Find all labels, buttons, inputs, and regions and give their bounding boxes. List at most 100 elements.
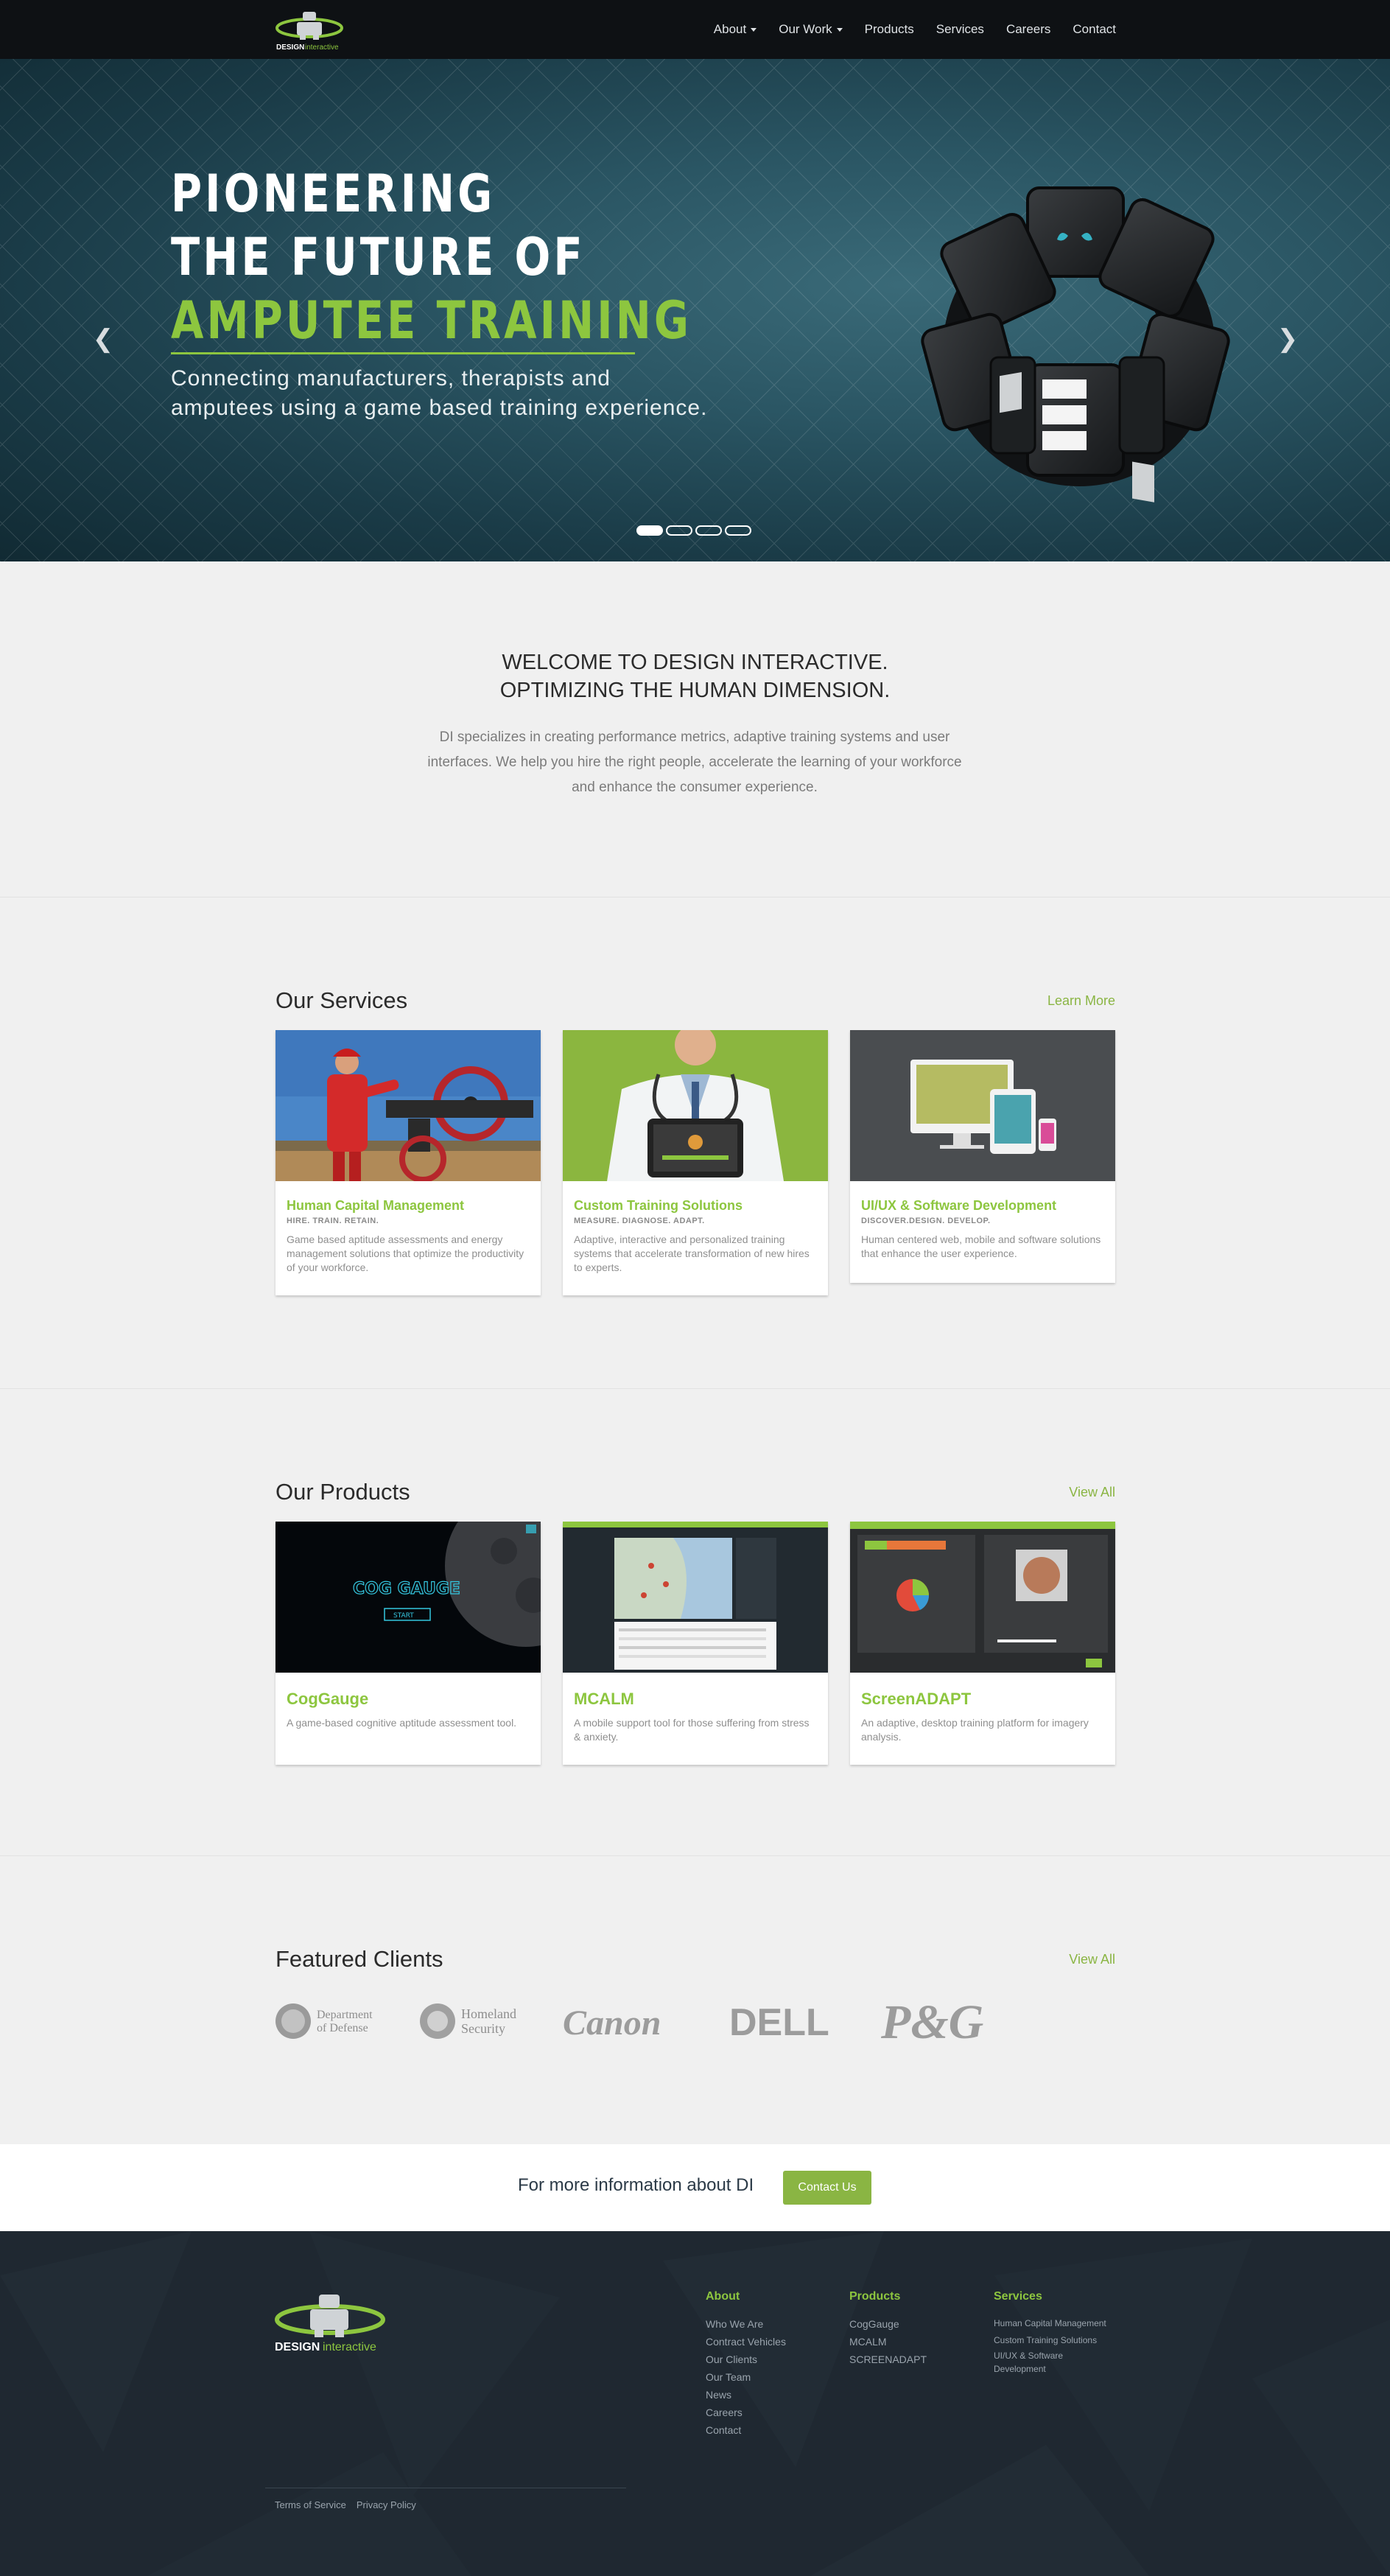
client-logo-pg: P&G [880,1995,983,2049]
footer-link-screenadapt[interactable]: SCREENADAPT [849,2351,927,2368]
footer-link-uiux-continued[interactable]: Development [994,2362,1106,2376]
footer-logo-icon[interactable]: DESIGN interactive [275,2290,389,2367]
nav-label: Our Work [779,22,832,36]
nav-item-careers[interactable]: Careers [1006,22,1050,37]
product-card-screenadapt[interactable]: ScreenADAPT An adaptive, desktop trainin… [850,1522,1115,1765]
hero-subtitle: Connecting manufacturers, therapists and… [171,364,731,423]
footer-link-coggauge[interactable]: CogGauge [849,2315,927,2333]
nav-label: About [713,22,747,36]
product-card-title: ScreenADAPT [861,1690,972,1708]
hero-divider [171,352,635,354]
service-card-title: UI/UX & Software Development [861,1198,1057,1213]
services-learn-more-link[interactable]: Learn More [1047,993,1115,1009]
client-logo-dod: Department of Defense [275,2003,373,2039]
carousel-indicator-4[interactable] [725,525,751,536]
service-card-description: Game based aptitude assessments and ener… [287,1233,524,1273]
carousel-prev-button[interactable]: ❮ [88,324,118,354]
footer-link-careers[interactable]: Careers [706,2404,786,2421]
service-card-human-capital[interactable]: Human Capital Management HIRE. TRAIN. RE… [275,1030,541,1295]
caret-down-icon [836,27,843,32]
footer-link-news[interactable]: News [706,2386,786,2404]
product-image-coggauge: COG GAUGE START [275,1485,607,1673]
footer-link-contract-vehicles[interactable]: Contract Vehicles [706,2333,786,2351]
service-card-title: Custom Training Solutions [574,1198,743,1213]
carousel-indicator-2[interactable] [666,525,692,536]
product-image-screenadapt [850,1522,1115,1673]
product-card-description: A game-based cognitive aptitude assessme… [287,1717,517,1729]
site-footer: DESIGN interactive About Who We Are Cont… [0,2231,1390,2576]
welcome-heading-line: OPTIMIZING THE HUMAN DIMENSION. [499,679,891,702]
services-section: Our Services Learn More Human Capital Ma… [0,897,1390,1389]
hero-title-line: THE FUTURE OF [171,227,586,287]
card-body: CogGauge A game-based cognitive aptitude… [275,1676,541,1740]
footer-link-who-we-are[interactable]: Who We Are [706,2315,786,2333]
cta-text: For more information about DI [518,2175,754,2195]
products-view-all-link[interactable]: View All [1069,1485,1115,1500]
caret-down-icon [751,27,757,32]
products-cards: COG GAUGE START CogGauge A game-based co… [275,1485,1115,1765]
contact-us-button[interactable]: Contact Us [783,2171,871,2205]
client-logo-canon: Canon [563,2003,661,2043]
dod-logo-line1: Department [317,2009,373,2021]
product-card-description: A mobile support tool for those sufferin… [574,1717,810,1743]
footer-column-about: About Who We Are Contract Vehicles Our C… [706,2290,786,2439]
services-title: Our Services [275,987,408,1013]
welcome-section: WELCOME TO DESIGN INTERACTIVE. OPTIMIZIN… [0,561,1390,897]
carousel-next-button[interactable]: ❯ [1273,324,1302,354]
hero-title-line: PIONEERING [171,164,496,224]
footer-column-heading: About [706,2290,740,2303]
footer-column-products: Products CogGauge MCALM SCREENADAPT [849,2290,927,2368]
footer-column-services: Services Human Capital Management Custom… [994,2290,1106,2376]
welcome-body: DI specializes in creating performance m… [427,729,962,795]
nav-item-our-work[interactable]: Our Work [779,22,843,37]
clients-view-all-link[interactable]: View All [1069,1952,1115,1967]
privacy-policy-link[interactable]: Privacy Policy [357,2499,416,2510]
products-title: Our Products [275,1479,410,1505]
nav-item-about[interactable]: About [714,22,757,37]
client-logo-dell: DELL [729,2001,829,2044]
logo-icon[interactable]: DESIGN interactive [275,7,345,52]
footer-logo-text-design: DESIGN [275,2341,320,2353]
nav-item-contact[interactable]: Contact [1073,22,1116,37]
nav-item-services[interactable]: Services [936,22,984,37]
service-card-uiux[interactable]: UI/UX & Software Development DISCOVER.DE… [850,1030,1115,1283]
coggauge-screen-button: START [393,1612,414,1620]
footer-column-heading: Products [849,2290,901,2303]
footer-background-pattern [0,2231,1390,2576]
service-card-description: Human centered web, mobile and software … [861,1233,1101,1259]
hero-subtitle-line: amputees using a game based training exp… [171,396,708,420]
hero-title-highlight: AMPUTEE TRAINING [171,290,692,351]
nav-item-products[interactable]: Products [865,22,914,37]
clients-title: Featured Clients [275,1946,443,1972]
carousel-indicator-3[interactable] [695,525,722,536]
footer-link-uiux[interactable]: UI/UX & Software [994,2349,1106,2362]
footer-column-heading: Services [994,2290,1042,2303]
chevron-right-icon: ❯ [1277,325,1299,353]
welcome-heading-line: WELCOME TO DESIGN INTERACTIVE. [502,651,888,674]
contact-cta-bar: For more information about DI Contact Us [0,2144,1390,2231]
product-card-coggauge[interactable]: COG GAUGE START CogGauge A game-based co… [275,1485,607,1765]
service-card-custom-training[interactable]: Custom Training Solutions MEASURE. DIAGN… [563,1024,828,1295]
footer-link-our-team[interactable]: Our Team [706,2368,786,2386]
footer-link-our-clients[interactable]: Our Clients [706,2351,786,2368]
dhs-logo-line2: Security [461,2021,505,2036]
product-card-description: An adaptive, desktop training platform f… [861,1717,1089,1743]
product-card-mcalm[interactable]: MCALM A mobile support tool for those su… [563,1522,828,1765]
hero-subtitle-line: Connecting manufacturers, therapists and [171,366,611,391]
footer-link-mcalm[interactable]: MCALM [849,2333,927,2351]
footer-link-contact[interactable]: Contact [706,2421,786,2439]
product-card-title: CogGauge [287,1690,369,1708]
service-card-tagline: HIRE. TRAIN. RETAIN. [287,1217,379,1225]
service-card-tagline: MEASURE. DIAGNOSE. ADAPT. [574,1217,705,1225]
hero-title: PIONEERING THE FUTURE OF AMPUTEE TRAININ… [171,162,692,352]
client-logos: Department of Defense Homeland Security … [275,1995,983,2049]
terms-of-service-link[interactable]: Terms of Service [275,2499,346,2510]
footer-link-custom-training[interactable]: Custom Training Solutions [994,2332,1106,2349]
footer-logo-text-interactive: interactive [323,2341,376,2353]
logo-text-design: DESIGN [276,43,304,52]
card-body: UI/UX & Software Development DISCOVER.DE… [850,1185,1115,1271]
footer-link-human-capital[interactable]: Human Capital Management [994,2315,1106,2332]
coggauge-screen-title: COG GAUGE [353,1580,460,1598]
service-image-doctor-tablet [563,1024,828,1181]
carousel-indicator-1[interactable] [636,525,663,536]
